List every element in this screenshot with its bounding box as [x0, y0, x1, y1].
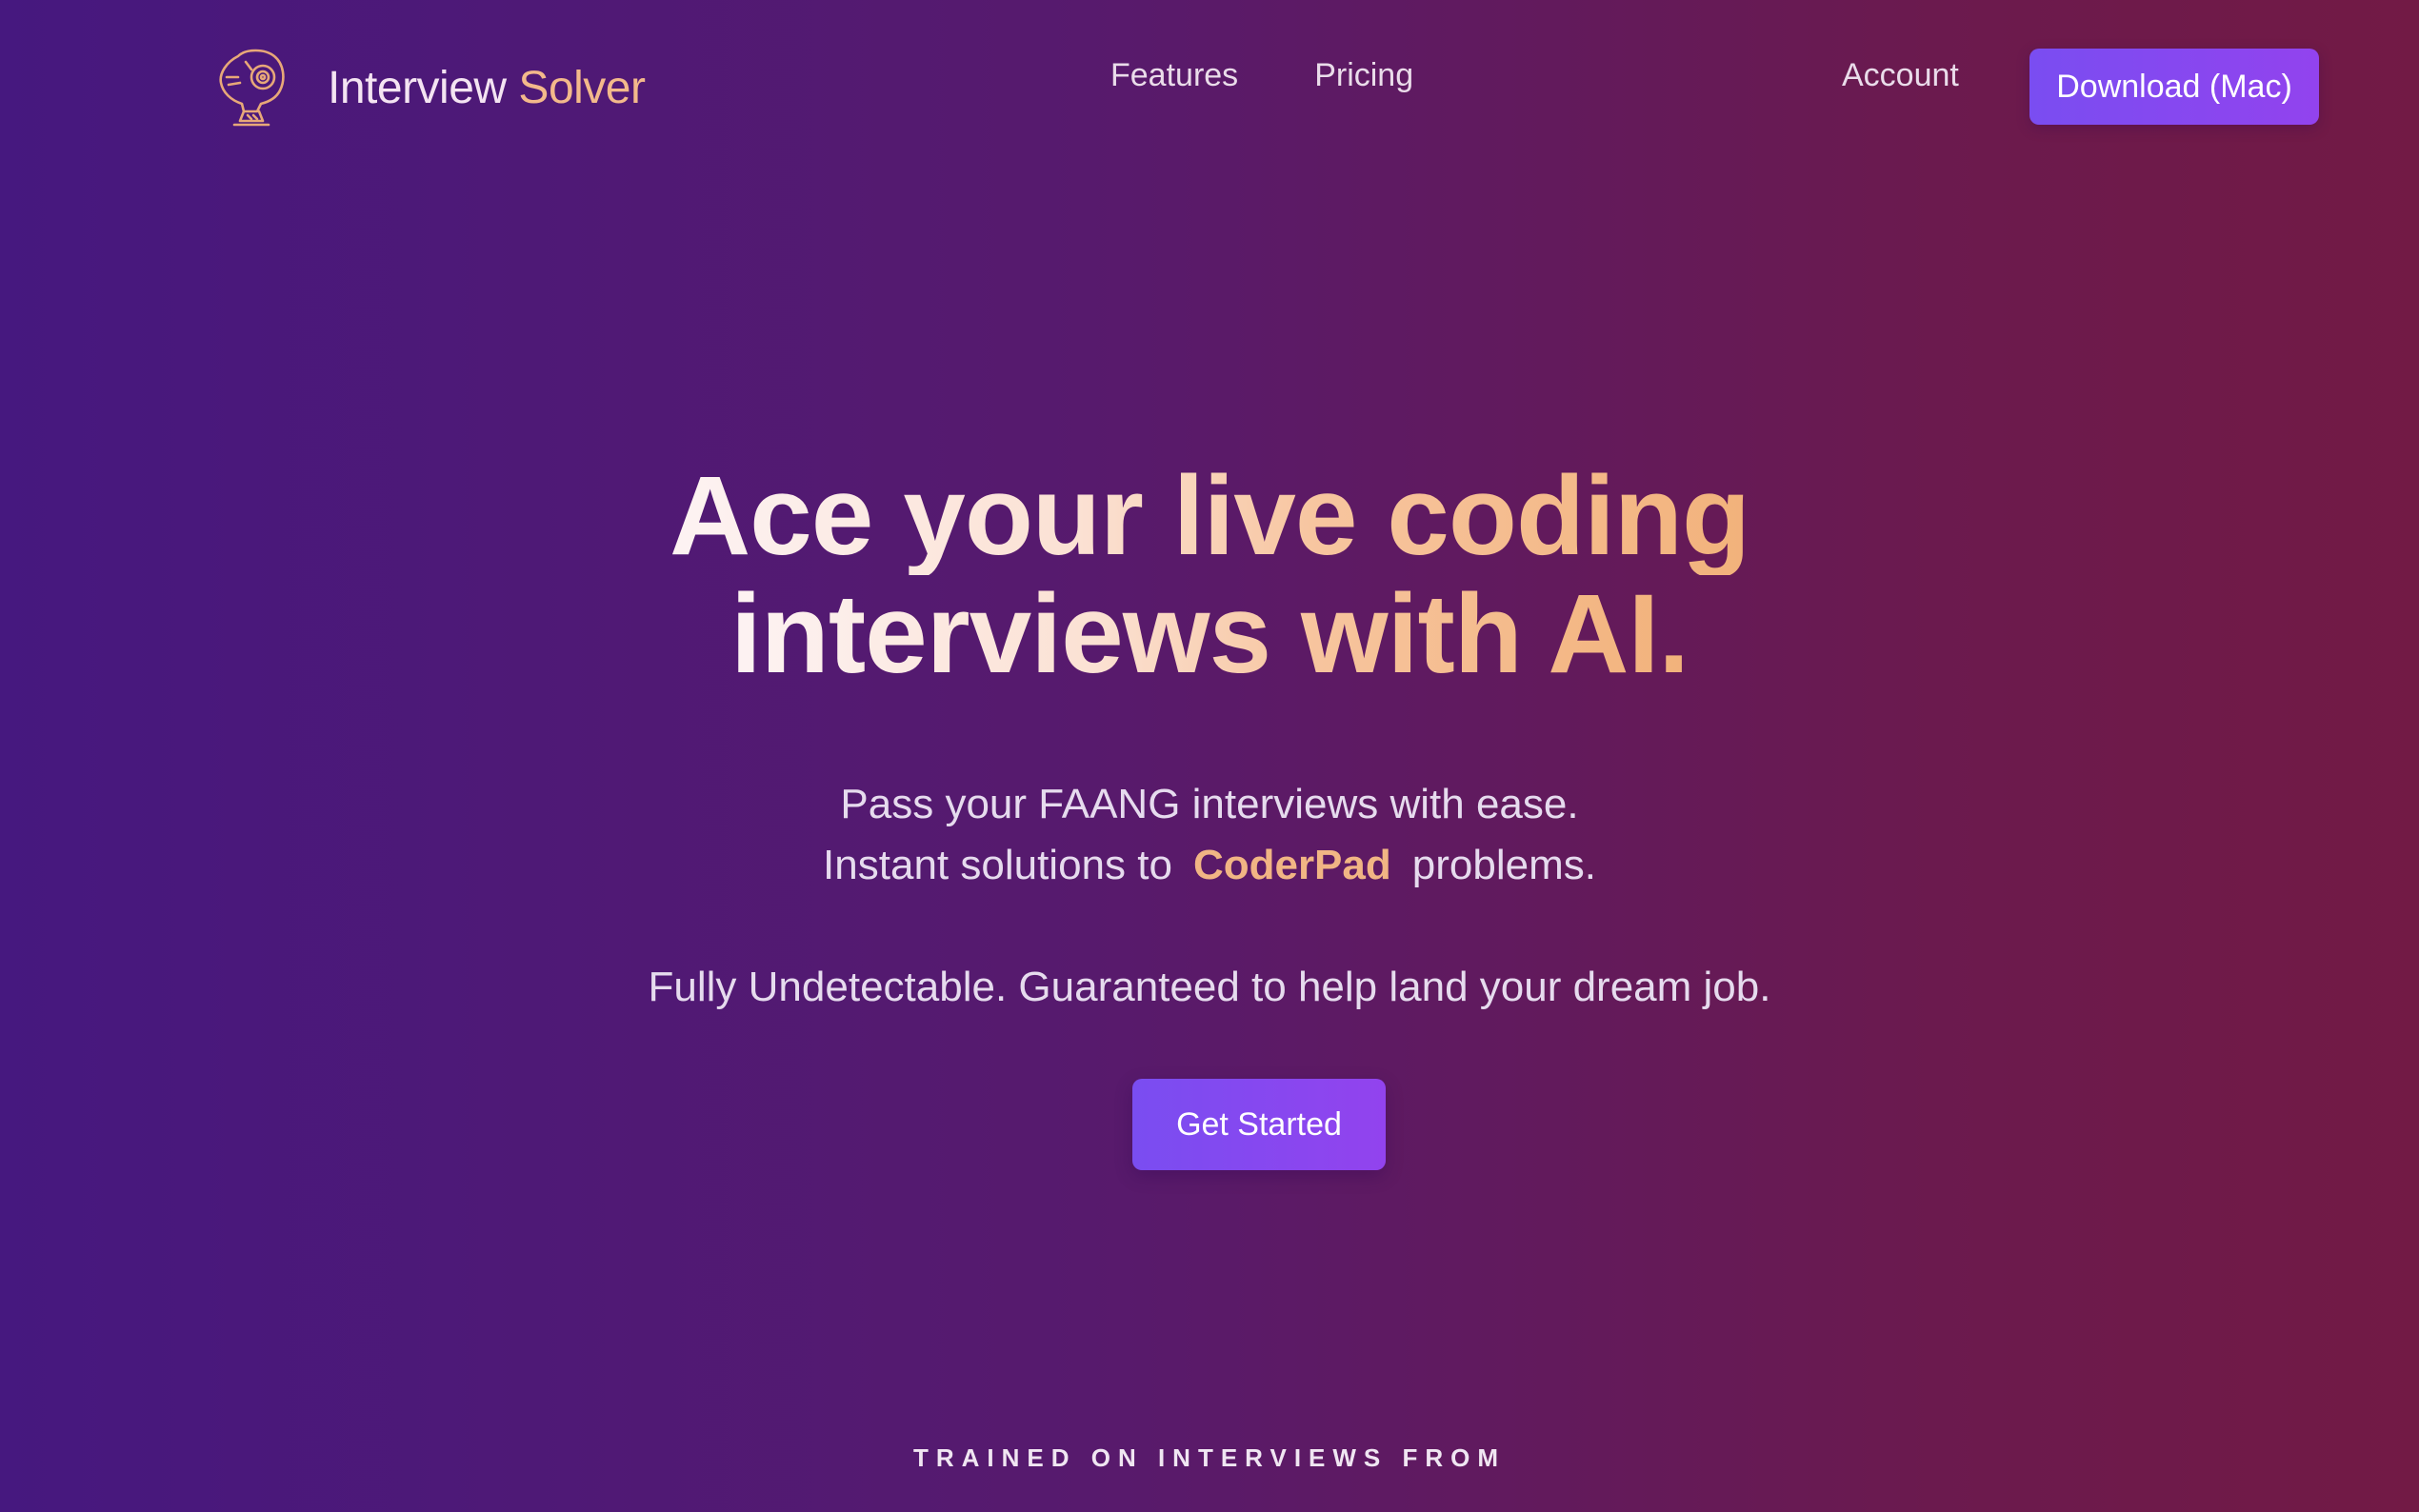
- robot-head-icon: [219, 49, 285, 127]
- brand[interactable]: Interview Solver: [210, 42, 646, 133]
- brand-name-part1: Interview: [328, 62, 507, 113]
- headline-line-2-text: interviews with AI.: [730, 571, 1689, 697]
- headline-part-live-coding: live coding: [1172, 453, 1750, 579]
- download-mac-button[interactable]: Download (Mac): [2029, 49, 2319, 125]
- headline-line-2: interviews with AI.: [0, 575, 2419, 693]
- headline-line-1: Ace your live coding: [0, 457, 2419, 575]
- nav-link-features[interactable]: Features: [1110, 57, 1238, 94]
- account-link[interactable]: Account: [1842, 57, 1959, 94]
- coderpad-highlight: CoderPad: [1192, 842, 1391, 888]
- nav-link-pricing[interactable]: Pricing: [1314, 57, 1413, 94]
- headline-part-ace-your: Ace your: [669, 453, 1143, 579]
- subtitle-suffix: problems.: [1411, 842, 1596, 888]
- subtitle-line-1: Pass your FAANG interviews with ease.: [840, 781, 1579, 827]
- headline-line-1-text: Ace your live coding: [670, 457, 1749, 575]
- trained-on-label: TRAINED ON INTERVIEWS FROM: [912, 1443, 1507, 1472]
- hero-tagline: Fully Undetectable. Guaranteed to help l…: [648, 964, 1771, 1010]
- top-navigation: Interview Solver Features Pricing Accoun…: [0, 0, 2419, 173]
- subtitle-prefix: Instant solutions to: [823, 842, 1172, 888]
- main-nav-links: Features Pricing: [1110, 57, 1413, 94]
- brand-name-part2: Solver: [518, 62, 646, 113]
- subtitle-line-2: Instant solutions to CoderPad problems.: [0, 835, 2419, 896]
- hero-headline: Ace your live coding interviews with AI.: [0, 457, 2419, 693]
- brand-name: Interview Solver: [328, 62, 646, 114]
- get-started-button[interactable]: Get Started: [1132, 1079, 1386, 1170]
